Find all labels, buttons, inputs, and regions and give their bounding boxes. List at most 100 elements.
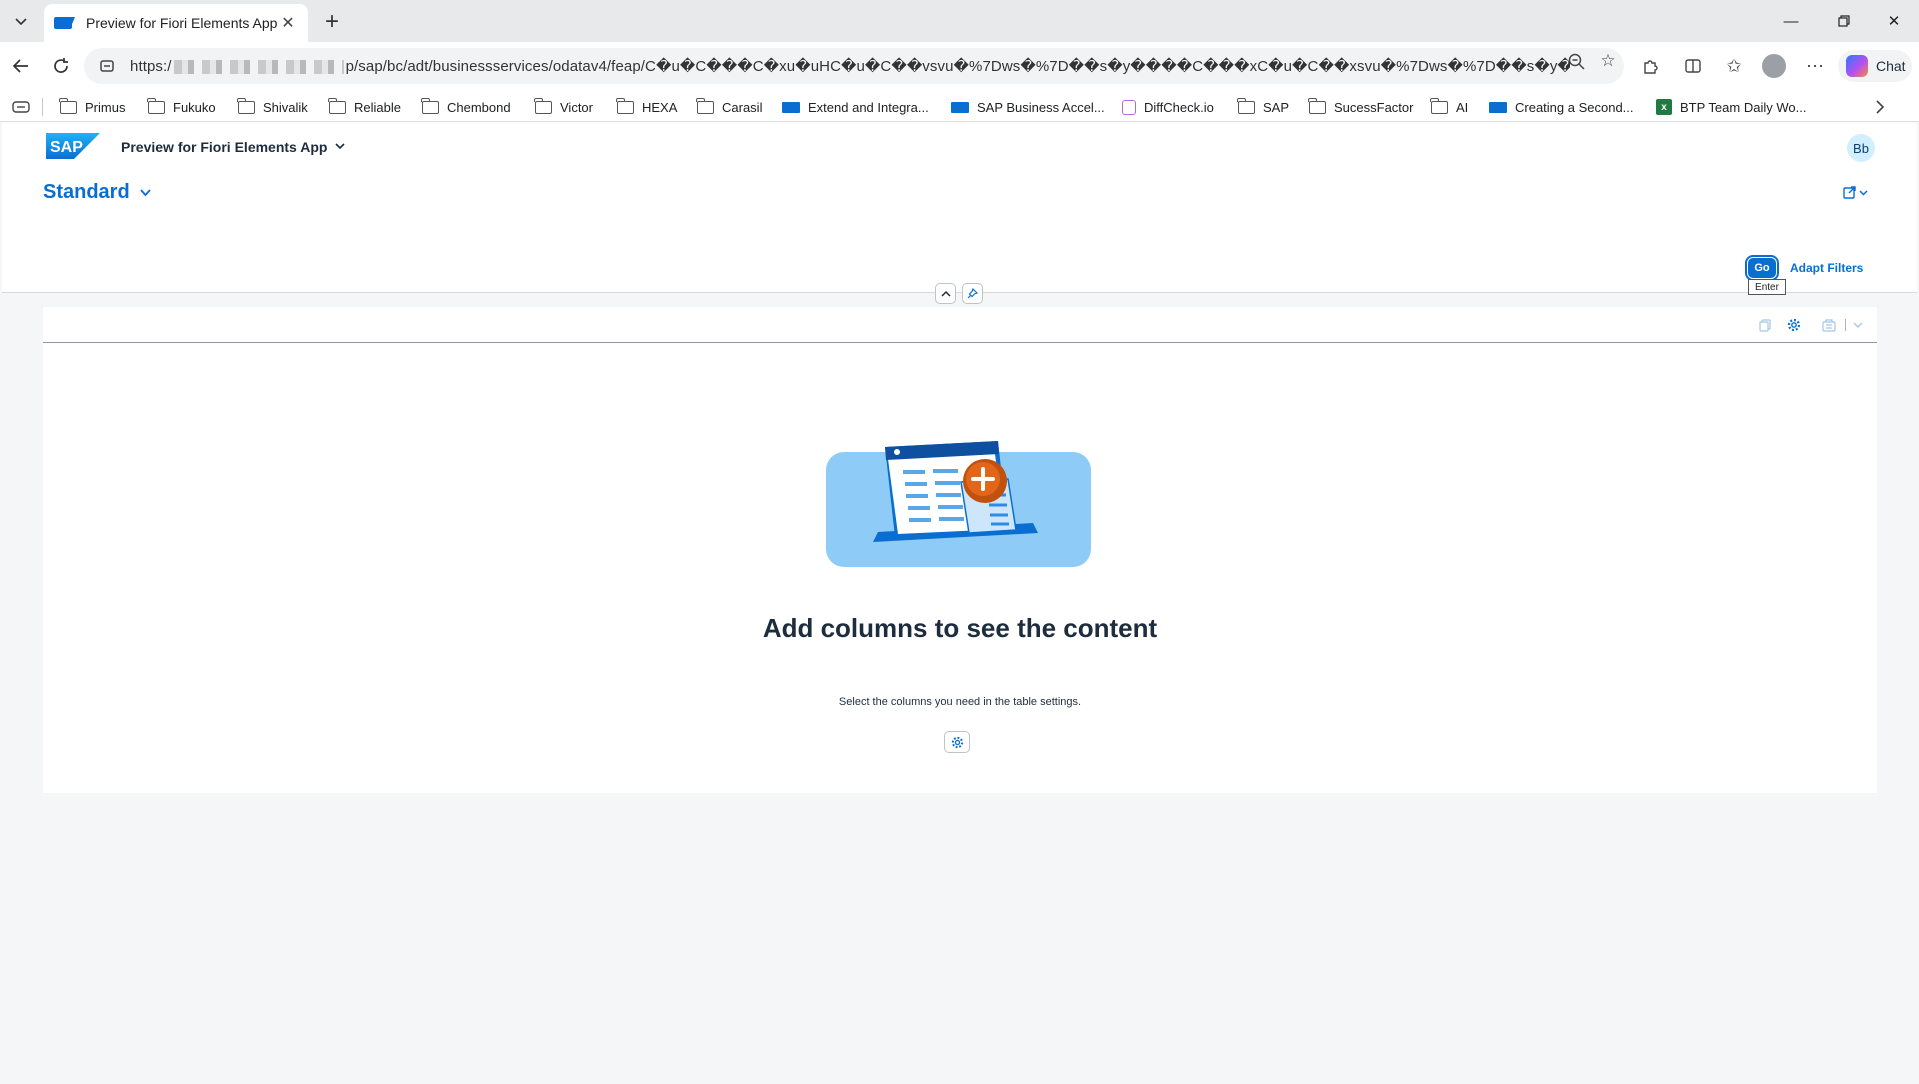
url-prefix: https:/ [130,58,172,75]
app-title: Preview for Fiori Elements App [121,139,328,155]
copilot-chat-button[interactable]: Chat [1838,50,1912,82]
bookmark-btp-team-daily[interactable]: x BTP Team Daily Wo... [1656,96,1806,118]
more-options-icon[interactable]: ⋯ [1803,54,1827,78]
add-columns-illustration [826,441,1091,567]
bookmark-extend-integrate[interactable]: Extend and Integra... [782,96,929,118]
chevron-down-icon [15,18,27,26]
chevron-down-icon [335,141,345,153]
browser-toolbar: https:/ p/sap/bc/adt/businessservices/oda… [0,42,1919,90]
reload-button[interactable] [46,51,76,81]
empty-state-title: Add columns to see the content [762,613,1158,643]
bookmarks-overflow-icon[interactable] [1874,96,1886,118]
url-text: https:/ p/sap/bc/adt/businessservices/oda… [130,57,1570,75]
go-button-tooltip: Enter [1748,279,1786,295]
open-table-settings-button[interactable] [944,731,970,753]
copy-icon[interactable] [1756,316,1774,334]
bookmark-label: SAP Business Accel... [977,99,1105,115]
folder-icon [328,97,346,114]
bookmark-reliable[interactable]: Reliable [328,96,401,118]
export-icon[interactable] [1820,316,1838,334]
bookmark-label: Victor [560,99,593,115]
bookmark-label: AI [1456,99,1469,115]
bookmark-label: SAP [1263,99,1290,115]
folder-icon [1237,97,1255,114]
bookmark-carasil[interactable]: Carasil [696,96,763,118]
bookmark-label: Fukuko [173,99,216,115]
bookmark-fukuko[interactable]: Fukuko [147,96,216,118]
bookmark-label: Extend and Integra... [808,99,929,115]
browser-profile-icon[interactable] [1762,54,1786,78]
bookmark-shivalik[interactable]: Shivalik [237,96,308,118]
bookmark-label: Reliable [354,99,401,115]
adapt-filters-button[interactable]: Adapt Filters [1790,261,1863,275]
copilot-icon [1846,55,1868,77]
user-avatar[interactable]: Bb [1847,134,1875,162]
dynamic-page-header: Standard Go Enter Adapt Filters [2,171,1917,295]
pin-header-button[interactable] [962,283,983,304]
browser-tab-active[interactable]: Preview for Fiori Elements App ✕ [44,4,308,42]
export-menu-chevron-icon[interactable] [1849,316,1867,334]
table-settings-icon[interactable] [1785,316,1803,334]
bookmark-label: Creating a Second... [1515,99,1634,115]
folder-icon [616,97,634,114]
bookmark-label: SucessFactor [1334,99,1414,115]
chat-label: Chat [1876,58,1906,74]
table-toolbar [43,307,1877,343]
settings-gear-icon [951,736,963,748]
bookmark-sap-business-accel[interactable]: SAP Business Accel... [951,96,1105,118]
address-bar[interactable]: https:/ p/sap/bc/adt/businessservices/oda… [84,48,1624,84]
bookmark-creating-second[interactable]: Creating a Second... [1489,96,1634,118]
site-info-icon[interactable] [98,57,116,75]
table-container: Add columns to see the content Select th… [43,307,1877,793]
arrow-left-icon [12,59,28,73]
go-button[interactable]: Go [1745,255,1779,281]
pin-icon [967,288,978,299]
minimize-button[interactable]: — [1764,0,1818,42]
restore-button[interactable] [1817,0,1871,42]
bookmark-label: Carasil [722,99,763,115]
zoom-icon[interactable] [1566,51,1586,71]
browser-tab-strip: Preview for Fiori Elements App ✕ + — ✕ [0,0,1919,42]
app-title-menu[interactable]: Preview for Fiori Elements App [121,139,345,155]
fiori-app: SAP Preview for Fiori Elements App Bb St… [2,123,1917,1084]
diffcheck-icon [1122,99,1136,115]
close-tab-icon[interactable]: ✕ [278,13,298,33]
new-tab-button[interactable]: + [318,8,346,36]
bookmark-victor[interactable]: Victor [534,96,593,118]
chevron-up-icon [940,290,951,297]
illustration-dot [894,449,900,455]
folder-icon [147,97,165,114]
folder-icon [1308,97,1326,114]
bookmark-label: Chembond [447,99,511,115]
bookmark-ai[interactable]: AI [1430,96,1469,118]
bookmark-chembond[interactable]: Chembond [421,96,511,118]
shell-bar: SAP Preview for Fiori Elements App Bb [2,123,1917,171]
variant-management[interactable]: Standard [43,181,151,204]
extensions-icon[interactable] [1638,54,1662,78]
bookmarks-bar: Primus Fukuko Shivalik Reliable Chembond… [0,90,1919,122]
bookmark-diffcheck[interactable]: DiffCheck.io [1122,96,1214,118]
reading-list-icon[interactable] [12,96,30,118]
share-button[interactable] [1838,181,1874,205]
folder-icon [237,97,255,114]
bookmark-primus[interactable]: Primus [59,96,125,118]
favorites-icon[interactable]: ✩ [1722,54,1746,78]
restore-icon [1838,15,1850,27]
variant-name: Standard [43,181,130,203]
close-window-button[interactable]: ✕ [1867,0,1919,42]
empty-state-description: Select the columns you need in the table… [838,696,1082,708]
sap-icon [1489,101,1507,113]
bookmark-sucessfactor[interactable]: SucessFactor [1308,96,1414,118]
folder-icon [696,97,714,114]
back-button[interactable] [6,51,36,81]
tab-list-button[interactable] [8,8,34,34]
sap-logo-icon[interactable]: SAP [46,133,100,159]
collapse-header-button[interactable] [935,283,956,304]
favorite-star-icon[interactable]: ☆ [1598,51,1618,71]
bookmark-sap[interactable]: SAP [1237,96,1290,118]
bookmark-label: BTP Team Daily Wo... [1680,99,1807,115]
bookmark-hexa[interactable]: HEXA [616,96,677,118]
folder-icon [1430,97,1448,114]
svg-text:SAP: SAP [50,139,83,156]
split-screen-icon[interactable] [1681,54,1705,78]
